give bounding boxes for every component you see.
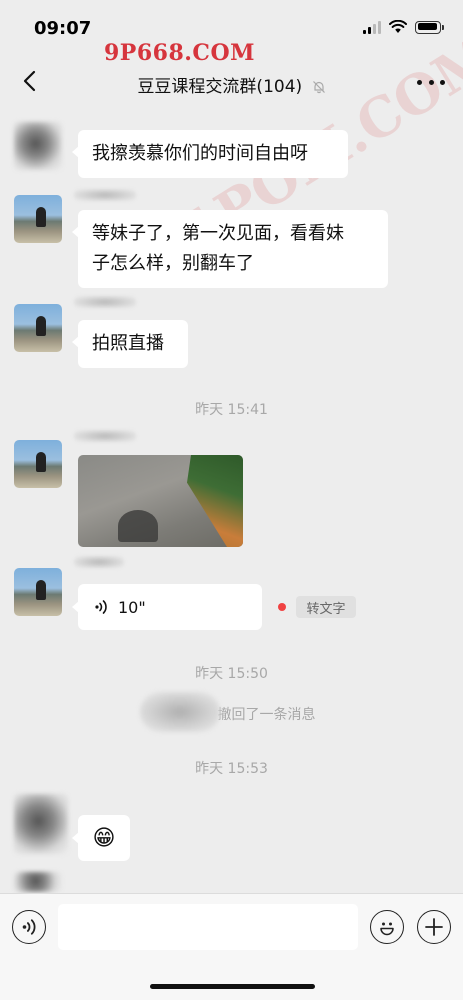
sender-name (74, 189, 136, 201)
recall-notice: 撤回了一条消息 (0, 692, 463, 732)
avatar[interactable] (14, 872, 62, 892)
message-text-line: 等妹子了，第一次见面，看看妹 (92, 223, 344, 244)
convert-to-text-button[interactable]: 转文字 (296, 596, 356, 618)
avatar[interactable] (14, 440, 62, 488)
avatar[interactable] (14, 304, 62, 352)
message-text: 拍照直播 (92, 333, 164, 354)
sender-name (74, 296, 136, 308)
message-bubble[interactable]: 拍照直播 (72, 320, 188, 368)
chat-screen: 09:07 9P668.COM 91POM.COM 豆豆课程交流群(104) 我… (0, 0, 463, 1000)
voice-duration: 10" (118, 597, 146, 617)
avatar[interactable] (14, 794, 68, 854)
emoji-message-bubble[interactable]: 😁 (72, 815, 130, 861)
more-dots-icon[interactable] (417, 72, 445, 92)
sender-name (74, 556, 124, 568)
chat-title-text: 豆豆课程交流群(104) (137, 77, 303, 97)
recalled-sender-blur (140, 692, 220, 732)
timestamp: 昨天 15:53 (195, 761, 268, 777)
unread-dot (278, 603, 286, 611)
signal-icon (363, 20, 381, 34)
emoji-grinning-icon: 😁 (92, 825, 116, 851)
nav-bar: 豆豆课程交流群(104) (0, 58, 463, 108)
voice-wave-icon (95, 600, 107, 614)
status-time: 09:07 (34, 18, 92, 39)
status-icons (363, 20, 444, 34)
sender-name (74, 430, 136, 442)
message-bubble[interactable]: 我擦羡慕你们的时间自由呀 (72, 130, 348, 178)
bell-off-icon (312, 81, 325, 94)
avatar[interactable] (14, 122, 62, 170)
avatar[interactable] (14, 195, 62, 243)
video-scene-shadow (118, 510, 158, 542)
video-scene-trees (187, 455, 243, 547)
timestamp: 昨天 15:50 (195, 666, 268, 682)
voice-message-bubble[interactable]: 10" (72, 584, 262, 630)
chat-title: 豆豆课程交流群(104) (0, 72, 463, 97)
message-input[interactable] (58, 904, 358, 950)
avatar[interactable] (14, 568, 62, 616)
wifi-icon (389, 20, 407, 33)
smiley-icon[interactable] (370, 910, 404, 944)
message-text-line: 子怎么样，别翻车了 (92, 253, 254, 274)
message-text: 我擦羡慕你们的时间自由呀 (92, 143, 308, 164)
voice-icon[interactable] (12, 910, 46, 944)
recall-text: 撤回了一条消息 (217, 707, 316, 723)
video-thumbnail[interactable] (78, 455, 243, 547)
message-bubble[interactable]: 等妹子了，第一次见面，看看妹 子怎么样，别翻车了 (72, 210, 388, 288)
timestamp: 昨天 15:41 (195, 402, 268, 418)
home-indicator[interactable] (150, 984, 315, 989)
plus-icon[interactable] (417, 910, 451, 944)
battery-icon (415, 20, 444, 34)
